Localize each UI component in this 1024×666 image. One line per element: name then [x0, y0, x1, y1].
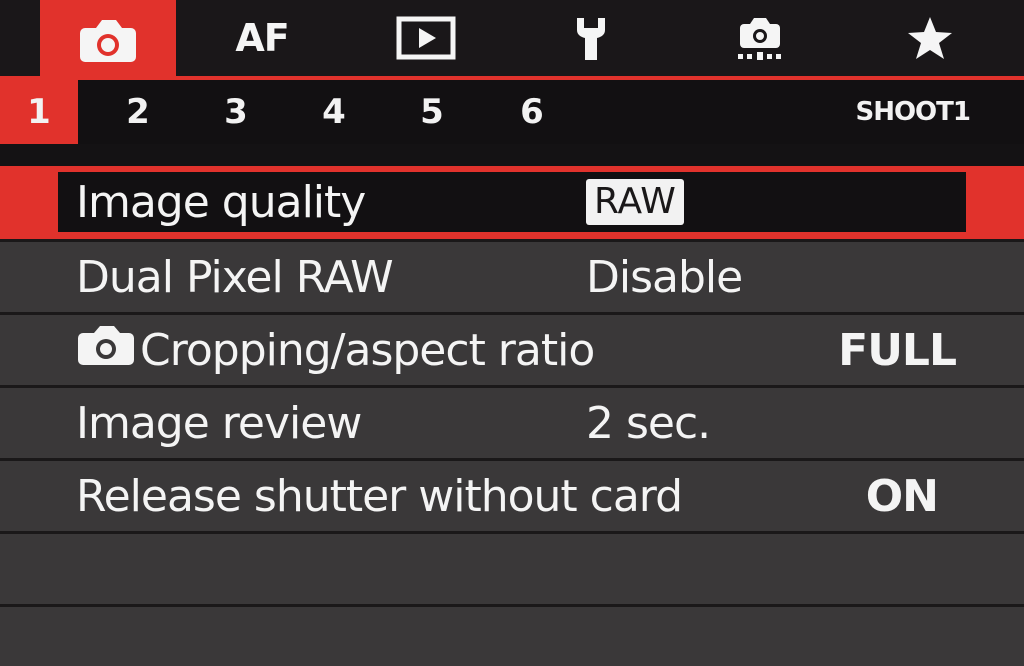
page-tab-4[interactable]: 4 [304, 80, 364, 144]
tab-setup[interactable] [546, 0, 636, 76]
menu-item-empty-1 [0, 531, 1024, 604]
menu-item-value: RAW [586, 167, 684, 237]
menu-item-label: Cropping/aspect ratio [140, 324, 595, 376]
menu-item-value: 2 sec. [586, 397, 711, 449]
page-tab-3[interactable]: 3 [206, 80, 266, 144]
menu-item-label-wrap: Cropping/aspect ratio [76, 315, 595, 385]
menu-item-cropping-aspect-ratio[interactable]: Cropping/aspect ratio FULL [0, 312, 1024, 385]
tab-playback[interactable] [376, 0, 476, 76]
play-icon [396, 16, 456, 60]
menu-list: Image quality RAW Dual Pixel RAW Disable… [0, 166, 1024, 666]
page-tab-5[interactable]: 5 [402, 80, 462, 144]
menu-item-label: Dual Pixel RAW [76, 251, 394, 303]
tab-my-menu[interactable] [880, 0, 980, 76]
tab-af[interactable]: AF [212, 0, 312, 76]
menu-item-image-quality[interactable]: Image quality RAW [0, 166, 1024, 239]
menu-item-dual-pixel-raw[interactable]: Dual Pixel RAW Disable [0, 239, 1024, 312]
menu-item-label: Image quality [76, 176, 366, 228]
page-tab-1[interactable]: 1 [0, 80, 78, 144]
wrench-icon [571, 14, 611, 62]
star-icon [906, 15, 954, 61]
menu-item-label: Image review [76, 397, 362, 449]
menu-item-image-review[interactable]: Image review 2 sec. [0, 385, 1024, 458]
menu-item-value: Disable [586, 251, 743, 303]
camera-icon [76, 323, 136, 378]
camera-menu-screen: AF 1 2 3 4 5 6 SHOOT1 Image quality RAW … [0, 0, 1024, 666]
menu-item-value: ON [865, 470, 939, 522]
raw-badge: RAW [586, 179, 684, 225]
page-tab-2[interactable]: 2 [108, 80, 168, 144]
page-label: SHOOT1 [855, 97, 971, 127]
af-tab-label: AF [235, 16, 289, 60]
menu-item-value: FULL [838, 324, 957, 376]
page-tab-6[interactable]: 6 [502, 80, 562, 144]
menu-item-empty-2 [0, 604, 1024, 666]
camera-custom-icon [732, 14, 788, 62]
menu-item-label: Release shutter without card [76, 470, 683, 522]
tab-custom-functions[interactable] [710, 0, 810, 76]
menu-item-release-shutter-without-card[interactable]: Release shutter without card ON [0, 458, 1024, 531]
tab-shooting[interactable] [40, 0, 176, 80]
camera-icon [76, 16, 140, 64]
